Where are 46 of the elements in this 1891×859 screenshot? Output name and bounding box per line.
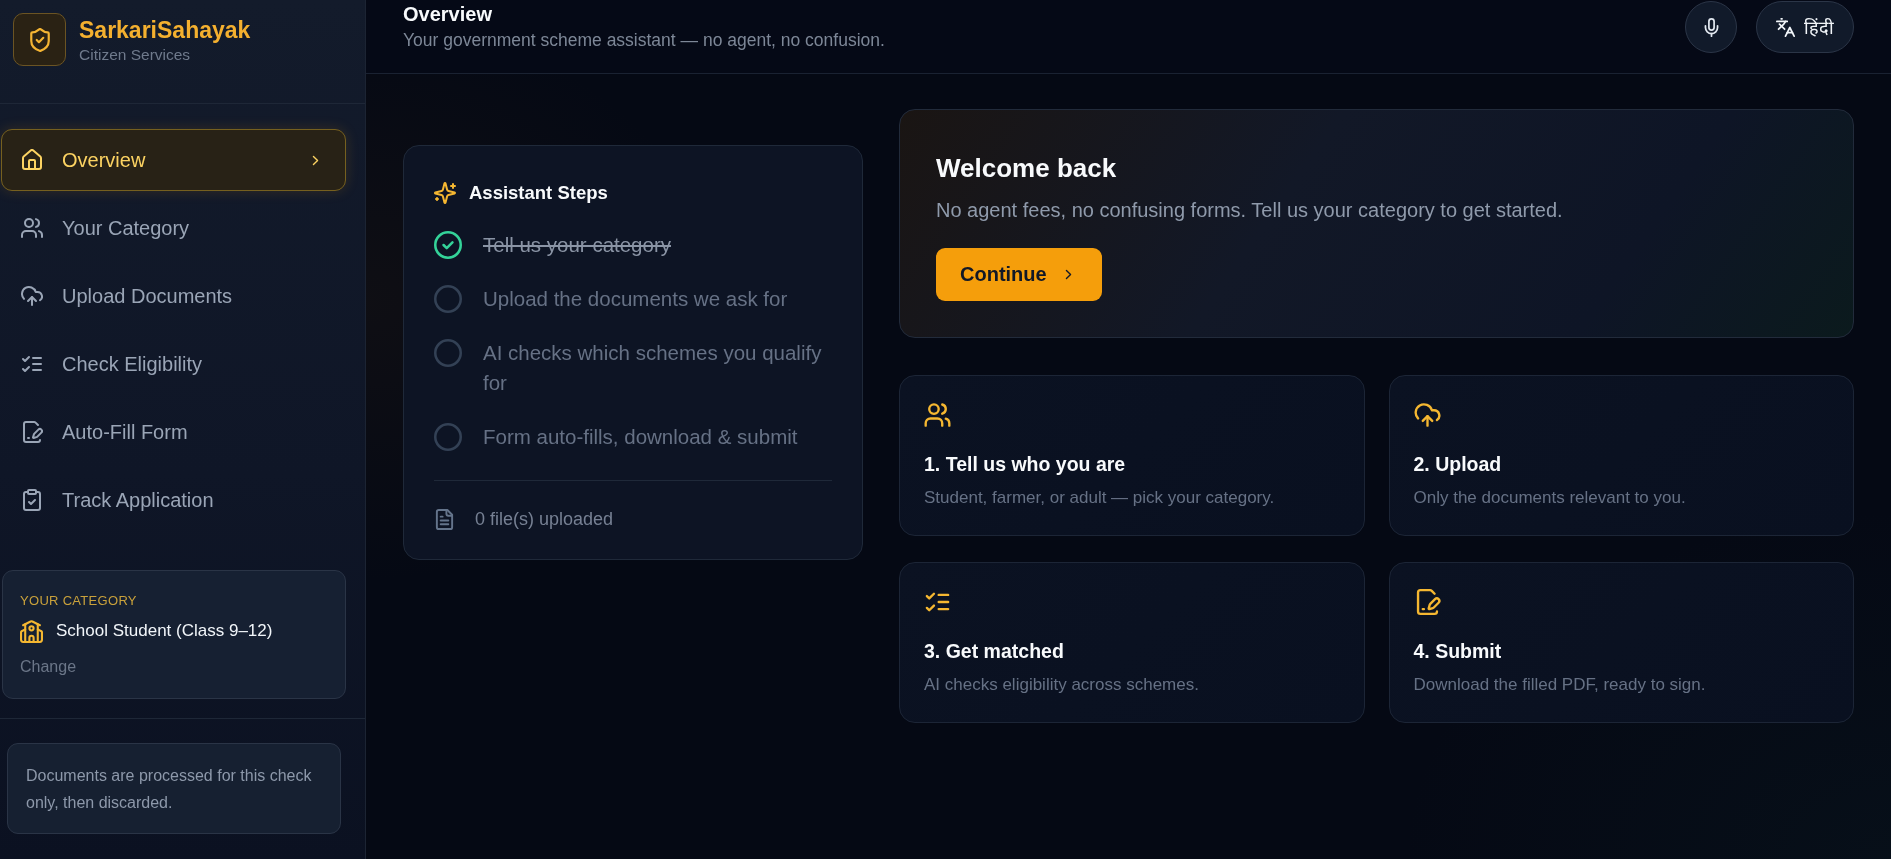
- nav-item[interactable]: Upload Documents: [1, 265, 346, 327]
- feature-title: 3. Get matched: [924, 639, 1065, 663]
- feature-title: 4. Submit: [1413, 639, 1503, 663]
- feature-text: Student, farmer, or adult — pick your category.: [924, 487, 1276, 509]
- cloud-upload-icon: [21, 285, 43, 307]
- feature-text: AI checks eligibility across schemes.: [924, 674, 1200, 696]
- translate-icon: [1776, 17, 1795, 37]
- step-text: Tell us your category: [483, 232, 671, 258]
- home-icon: [21, 149, 43, 171]
- cloud-upload-icon: [1413, 402, 1441, 428]
- sparkles-icon: [434, 182, 456, 204]
- nav-item[interactable]: Track Application: [1, 469, 346, 531]
- files-status: 0 file(s) uploaded: [475, 508, 614, 531]
- brand-name: SarkariSahayak: [79, 16, 251, 44]
- steps-title: Assistant Steps: [469, 182, 608, 204]
- feature-title: 2. Upload: [1413, 452, 1503, 476]
- welcome-text: No agent fees, no confusing forms. Tell us your category to get started.: [936, 198, 1564, 223]
- feature-title: 1. Tell us who you are: [924, 452, 1127, 476]
- continue-button[interactable]: Continue: [936, 248, 1102, 301]
- page-subtitle: Your government scheme assistant — no agent, no confusion.: [403, 29, 885, 51]
- step-text: Upload the documents we ask for: [483, 286, 788, 312]
- file-edit-icon: [21, 421, 43, 443]
- change-link[interactable]: Change: [20, 657, 77, 677]
- category-value: School Student (Class 9–12): [56, 620, 273, 642]
- shield-logo-icon: [13, 13, 66, 66]
- checklist-icon: [21, 353, 43, 375]
- nav-item[interactable]: Auto-Fill Form: [1, 401, 346, 463]
- users-icon: [21, 217, 43, 239]
- school-building-icon: [20, 619, 43, 643]
- step-text: Form auto-fills, download & submit: [483, 424, 798, 450]
- microphone-button[interactable]: [1685, 1, 1737, 53]
- clipboard-check-icon: [21, 489, 43, 511]
- nav-item[interactable]: Overview: [1, 129, 346, 191]
- document-icon: [434, 507, 455, 531]
- welcome-title: Welcome back: [936, 152, 1118, 184]
- users-icon: [924, 402, 951, 428]
- page-title: Overview: [403, 2, 493, 26]
- category-heading: YOUR CATEGORY: [20, 593, 138, 609]
- feature-text: Download the filled PDF, ready to sign.: [1413, 674, 1707, 696]
- step-text: AI checks which schemes you qualify for: [483, 340, 823, 396]
- nav-item[interactable]: Your Category: [1, 197, 346, 259]
- privacy-note: Documents are processed for this check only, then discarded.: [7, 743, 341, 834]
- nav-item[interactable]: Check Eligibility: [1, 333, 346, 395]
- language-button[interactable]: हिंदी: [1756, 1, 1854, 53]
- brand-tagline: Citizen Services: [79, 45, 192, 65]
- feature-text: Only the documents relevant to you.: [1413, 487, 1687, 509]
